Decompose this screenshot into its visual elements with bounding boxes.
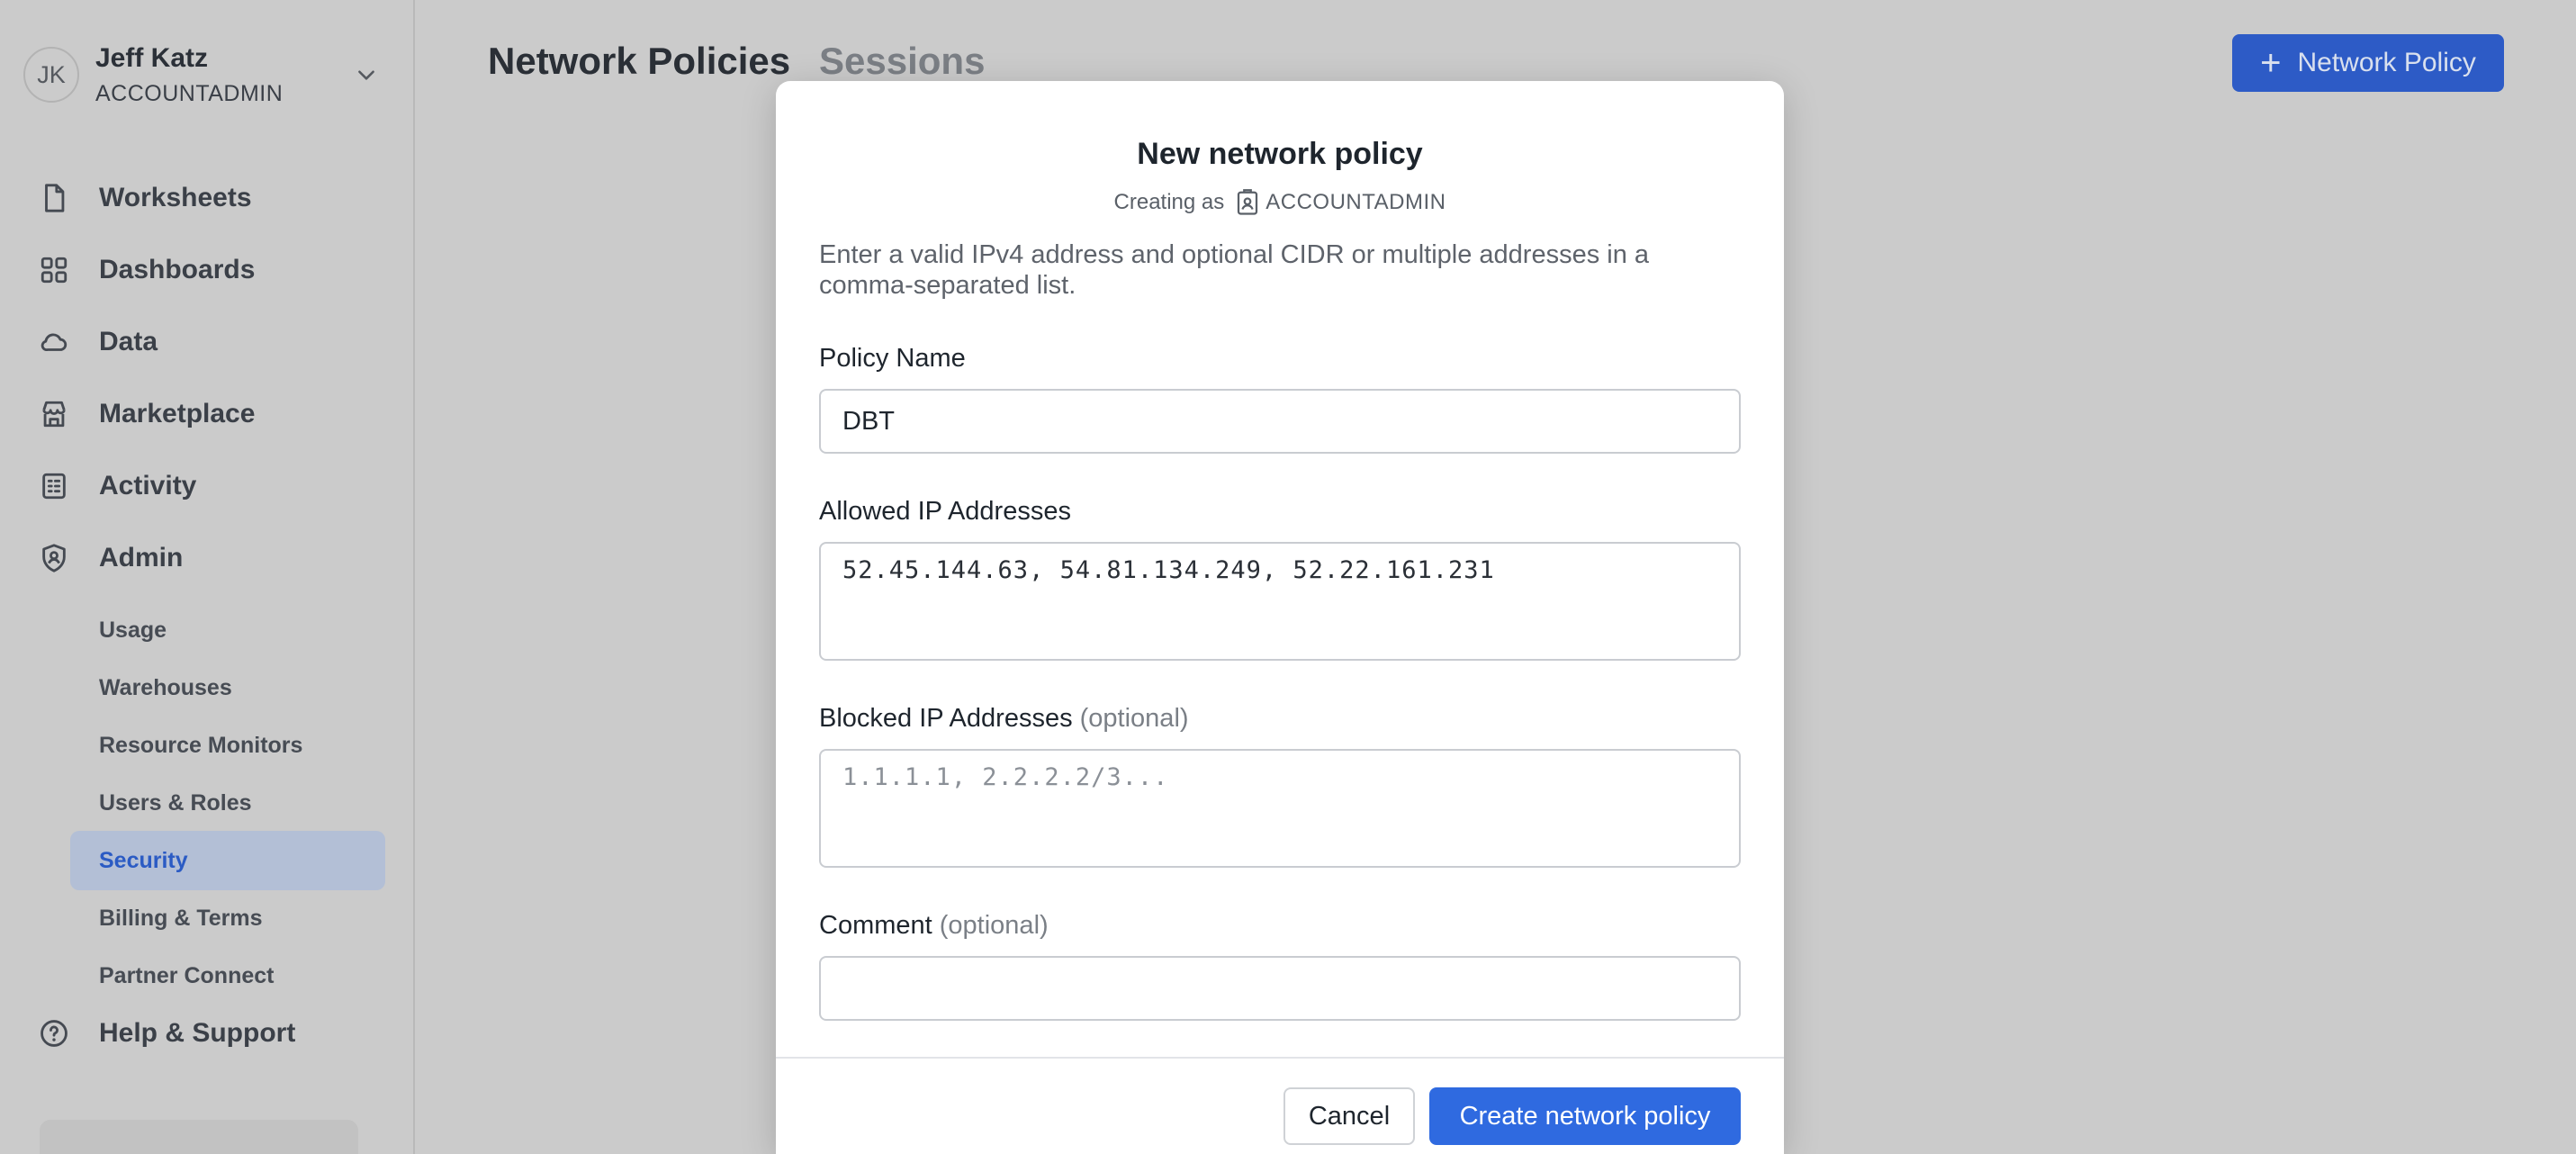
- nav-item-label: Activity: [99, 471, 197, 500]
- nav-item-label: Help & Support: [99, 1018, 296, 1048]
- nav-item-label: Worksheets: [99, 183, 252, 212]
- blocked-ip-label-text: Blocked IP Addresses: [819, 704, 1073, 733]
- store-icon: [36, 396, 72, 432]
- chevron-down-icon[interactable]: [355, 63, 378, 86]
- blocked-ip-label: Blocked IP Addresses (optional): [819, 704, 1189, 734]
- creating-as-role: ACCOUNTADMIN: [1265, 190, 1446, 214]
- policy-name-input[interactable]: [821, 391, 1739, 452]
- nav-item-activity[interactable]: Activity: [36, 459, 387, 513]
- sidebar-item-users-roles[interactable]: Users & Roles: [70, 773, 385, 833]
- sidebar: JK Jeff Katz ACCOUNTADMIN Worksheets Das…: [0, 0, 415, 1154]
- activity-list-icon: [36, 468, 72, 504]
- optional-hint: (optional): [1079, 704, 1189, 733]
- sidebar-item-usage[interactable]: Usage: [70, 600, 385, 660]
- grid-icon: [36, 252, 72, 288]
- dialog-description: Enter a valid IPv4 address and optional …: [819, 240, 1650, 300]
- nav-item-worksheets[interactable]: Worksheets: [36, 171, 387, 225]
- sidebar-item-partner-connect[interactable]: Partner Connect: [70, 946, 385, 1005]
- role-badge-icon: [1238, 189, 1258, 215]
- add-network-policy-button[interactable]: + Network Policy: [2232, 34, 2504, 92]
- allowed-ip-field[interactable]: 52.45.144.63, 54.81.134.249, 52.22.161.2…: [819, 542, 1741, 661]
- cloud-icon: [36, 324, 72, 360]
- nav-item-label: Data: [99, 327, 158, 356]
- blocked-ip-field[interactable]: [819, 749, 1741, 868]
- sidebar-item-billing-terms[interactable]: Billing & Terms: [70, 888, 385, 948]
- plus-icon: +: [2260, 43, 2282, 83]
- new-network-policy-dialog: New network policy Creating as ACCOUNTAD…: [776, 81, 1784, 1154]
- shield-icon: [36, 540, 72, 576]
- policy-name-label: Policy Name: [819, 344, 966, 373]
- nav-item-label: Admin: [99, 543, 184, 572]
- nav-item-label: Dashboards: [99, 255, 256, 284]
- comment-label-text: Comment: [819, 911, 932, 940]
- creating-as-label: Creating as: [1113, 190, 1225, 214]
- allowed-ip-input[interactable]: 52.45.144.63, 54.81.134.249, 52.22.161.2…: [821, 544, 1739, 659]
- comment-input[interactable]: [821, 958, 1739, 1019]
- allowed-ip-label: Allowed IP Addresses: [819, 497, 1071, 526]
- blocked-ip-input[interactable]: [821, 751, 1739, 866]
- nav-item-label: Marketplace: [99, 399, 256, 428]
- footer-divider: [776, 1057, 1784, 1059]
- create-network-policy-button[interactable]: Create network policy: [1429, 1087, 1741, 1145]
- document-icon: [36, 180, 72, 216]
- dialog-title: New network policy: [1137, 137, 1423, 171]
- tab-sessions[interactable]: Sessions: [819, 40, 985, 83]
- cancel-button[interactable]: Cancel: [1283, 1087, 1415, 1145]
- comment-field[interactable]: [819, 956, 1741, 1021]
- sidebar-item-security[interactable]: Security: [70, 831, 385, 890]
- policy-name-field[interactable]: [819, 389, 1741, 454]
- nav-item-marketplace[interactable]: Marketplace: [36, 387, 387, 441]
- sidebar-bottom-panel: [40, 1120, 358, 1154]
- comment-label: Comment (optional): [819, 911, 1049, 941]
- nav-item-dashboards[interactable]: Dashboards: [36, 243, 387, 297]
- user-role: ACCOUNTADMIN: [95, 81, 284, 106]
- sidebar-item-resource-monitors[interactable]: Resource Monitors: [70, 716, 385, 775]
- sidebar-item-warehouses[interactable]: Warehouses: [70, 658, 385, 717]
- help-circle-icon: [36, 1015, 72, 1051]
- creating-as-row: Creating as ACCOUNTADMIN: [776, 189, 1784, 216]
- nav-item-data[interactable]: Data: [36, 315, 387, 369]
- nav-item-admin[interactable]: Admin: [36, 531, 387, 585]
- avatar: JK: [23, 47, 79, 103]
- nav-item-help-support[interactable]: Help & Support: [36, 1006, 387, 1060]
- optional-hint: (optional): [939, 911, 1049, 940]
- tab-network-policies[interactable]: Network Policies: [488, 40, 790, 83]
- user-name: Jeff Katz: [95, 43, 209, 73]
- user-menu[interactable]: JK Jeff Katz ACCOUNTADMIN: [23, 41, 392, 106]
- add-network-policy-label: Network Policy: [2297, 48, 2476, 77]
